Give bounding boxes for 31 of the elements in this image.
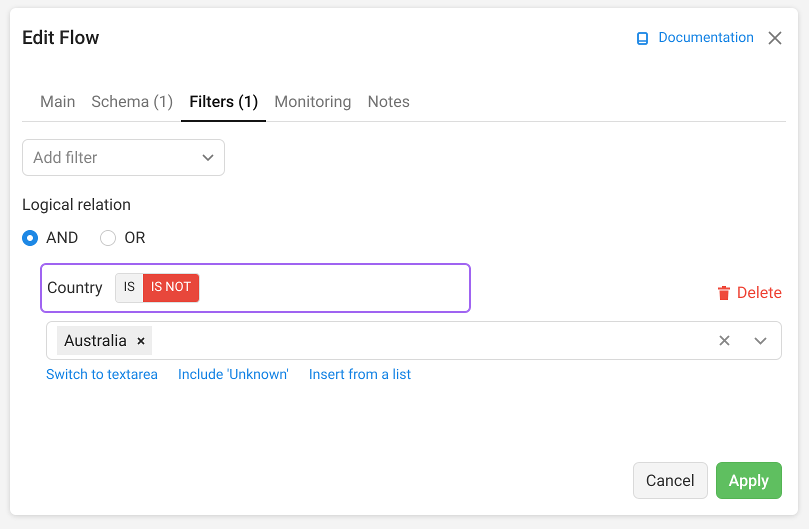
operator-toggle[interactable]: IS [116,274,143,302]
tab[interactable]: Notes [359,84,418,122]
tab[interactable]: Monitoring [266,84,360,122]
radio-button[interactable] [100,230,116,246]
action-link[interactable]: Switch to textarea [46,365,158,386]
tab[interactable]: Main [32,84,84,122]
delete-button[interactable]: Delete [718,281,782,305]
documentation-link[interactable]: Documentation [637,28,754,48]
dialog-title: Edit Flow [22,24,100,51]
chevron-down-icon[interactable] [754,336,767,344]
radio-label: AND [46,227,78,249]
radio-label: OR [124,227,146,249]
trash-icon [718,286,730,300]
tab[interactable]: Schema (1) [83,84,182,122]
tab[interactable]: Filters (1) [181,84,266,122]
remove-icon[interactable] [136,336,145,344]
cancel-button[interactable]: Cancel [632,462,708,499]
logical-relation-label: Logical relation [22,194,132,216]
radio-button[interactable] [22,230,38,246]
operator-toggle[interactable]: IS NOT [142,274,200,302]
add-filter-select[interactable]: Add filter [22,139,225,176]
apply-button[interactable]: Apply [716,462,782,499]
value-multiselect[interactable]: Australia [46,321,782,360]
value-chip: Australia [57,326,152,355]
action-link[interactable]: Include 'Unknown' [178,365,289,386]
chevron-down-icon [202,154,214,162]
clear-icon[interactable] [719,335,730,346]
book-icon [637,32,648,44]
action-link[interactable]: Insert from a list [308,365,412,386]
close-icon[interactable] [768,31,782,45]
filter-field-label: Country [47,277,103,299]
